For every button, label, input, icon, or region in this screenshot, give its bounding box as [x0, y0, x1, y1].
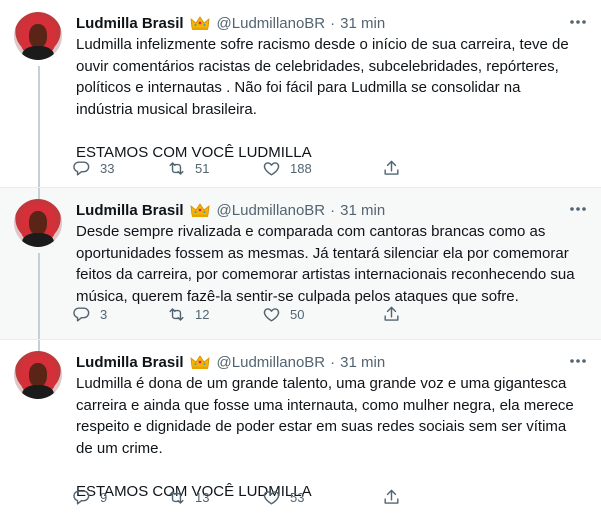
tweet-text: Ludmilla infelizmente sofre racismo desd… [76, 34, 581, 163]
tweet-paragraph: Ludmilla infelizmente sofre racismo desd… [76, 36, 569, 118]
timestamp[interactable]: 31 min [340, 15, 385, 32]
like-count: 188 [290, 160, 312, 176]
thread-connector-line [38, 187, 40, 199]
retweet-button[interactable]: 51 [167, 159, 262, 178]
user-handle[interactable]: @LudmillanoBR [217, 15, 326, 32]
heart-icon [263, 490, 280, 505]
tweet[interactable]: Ludmilla Brasil @LudmillanoBR · 31 min L… [0, 339, 601, 518]
share-icon [384, 160, 399, 175]
avatar[interactable] [14, 12, 62, 60]
tweet-actions: 9 13 53 [72, 486, 492, 508]
crown-emoji-icon [190, 203, 210, 217]
share-button[interactable] [382, 159, 401, 178]
display-name[interactable]: Ludmilla Brasil [76, 202, 184, 219]
tweet-actions: 3 12 50 [72, 303, 492, 325]
thread-connector-line [38, 66, 40, 187]
reply-count: 9 [100, 489, 108, 505]
retweet-icon [169, 490, 184, 504]
retweet-icon [169, 161, 184, 175]
more-horizontal-icon[interactable] [569, 201, 587, 217]
crown-emoji-icon [190, 355, 210, 369]
display-name[interactable]: Ludmilla Brasil [76, 15, 184, 32]
reply-icon [73, 306, 90, 322]
reply-button[interactable]: 9 [72, 488, 167, 507]
share-button[interactable] [382, 305, 401, 324]
tweet-actions: 33 51 188 [72, 157, 492, 179]
tweet-divider [0, 187, 601, 188]
more-horizontal-icon[interactable] [569, 14, 587, 30]
retweet-count: 51 [195, 160, 210, 176]
display-name[interactable]: Ludmilla Brasil [76, 354, 184, 371]
crown-emoji-icon [190, 16, 210, 30]
avatar[interactable] [14, 199, 62, 247]
retweet-button[interactable]: 12 [167, 305, 262, 324]
like-button[interactable]: 50 [262, 305, 382, 324]
like-button[interactable]: 188 [262, 159, 382, 178]
reply-icon [73, 160, 90, 176]
thread-connector-line [38, 253, 40, 339]
heart-icon [263, 307, 280, 322]
tweet-header: Ludmilla Brasil @LudmillanoBR · 31 min [76, 199, 587, 221]
user-handle[interactable]: @LudmillanoBR [217, 354, 326, 371]
like-count: 53 [290, 489, 305, 505]
separator-dot: · [330, 14, 336, 32]
tweet-paragraph: Desde sempre rivalizada e comparada com … [76, 223, 575, 305]
separator-dot: · [330, 201, 336, 219]
retweet-button[interactable]: 13 [167, 488, 262, 507]
share-icon [384, 489, 399, 504]
tweet-thread: Ludmilla Brasil @LudmillanoBR · 31 min L… [0, 0, 601, 518]
heart-icon [263, 161, 280, 176]
tweet-header: Ludmilla Brasil @LudmillanoBR · 31 min [76, 351, 587, 373]
tweet-text: Desde sempre rivalizada e comparada com … [76, 221, 581, 307]
tweet-text: Ludmilla é dona de um grande talento, um… [76, 373, 581, 502]
reply-icon [73, 489, 90, 505]
tweet-paragraph: Ludmilla é dona de um grande talento, um… [76, 375, 574, 457]
reply-button[interactable]: 3 [72, 305, 167, 324]
tweet[interactable]: Ludmilla Brasil @LudmillanoBR · 31 min D… [0, 187, 601, 339]
retweet-icon [169, 307, 184, 321]
thread-connector-line [38, 339, 40, 351]
avatar[interactable] [14, 351, 62, 399]
reply-count: 33 [100, 160, 115, 176]
reply-count: 3 [100, 306, 108, 322]
more-horizontal-icon[interactable] [569, 353, 587, 369]
user-handle[interactable]: @LudmillanoBR [217, 202, 326, 219]
share-icon [384, 306, 399, 321]
like-button[interactable]: 53 [262, 488, 382, 507]
retweet-count: 13 [195, 489, 210, 505]
retweet-count: 12 [195, 306, 210, 322]
timestamp[interactable]: 31 min [340, 354, 385, 371]
tweet[interactable]: Ludmilla Brasil @LudmillanoBR · 31 min L… [0, 0, 601, 187]
share-button[interactable] [382, 488, 401, 507]
separator-dot: · [330, 353, 336, 371]
tweet-header: Ludmilla Brasil @LudmillanoBR · 31 min [76, 12, 587, 34]
tweet-divider [0, 339, 601, 340]
timestamp[interactable]: 31 min [340, 202, 385, 219]
reply-button[interactable]: 33 [72, 159, 167, 178]
like-count: 50 [290, 306, 305, 322]
